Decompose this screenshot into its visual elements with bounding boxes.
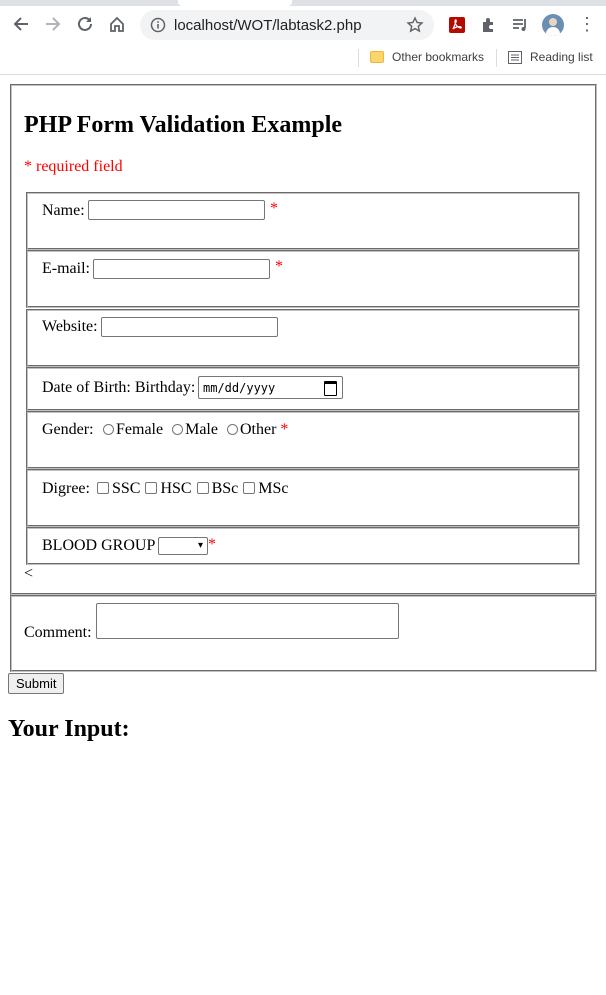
reading-list[interactable]: Reading list — [508, 50, 593, 64]
url-text[interactable]: localhost/WOT/labtask2.php — [174, 17, 362, 34]
blood-group-select[interactable]: ▾ — [158, 537, 208, 555]
pdf-extension-icon[interactable] — [448, 16, 466, 39]
forward-icon[interactable] — [40, 11, 66, 37]
gender-other-label: Other — [239, 421, 277, 438]
bookmark-star-icon[interactable] — [406, 16, 424, 39]
browser-menu-icon[interactable]: ⋮ — [578, 14, 596, 35]
other-bookmarks-label: Other bookmarks — [392, 50, 485, 64]
other-bookmarks[interactable]: Other bookmarks — [370, 50, 484, 64]
comment-textarea[interactable] — [96, 603, 399, 639]
gender-female-label: Female — [116, 421, 164, 438]
name-label: Name: — [42, 202, 85, 219]
form-title: PHP Form Validation Example — [24, 112, 343, 138]
blood-group-label: BLOOD GROUP — [42, 537, 156, 554]
degree-bsc-label: BSc — [211, 480, 239, 497]
stray-character: < — [24, 565, 34, 582]
extensions-puzzle-icon[interactable] — [480, 16, 498, 39]
required-mark: * — [280, 421, 289, 438]
reading-list-label: Reading list — [530, 50, 593, 64]
email-row: E-mail: * — [26, 250, 580, 308]
email-input[interactable] — [93, 259, 270, 279]
required-mark: * — [270, 200, 278, 217]
gender-male-label: Male — [185, 421, 218, 438]
dob-label: Date of Birth: Birthday: — [42, 379, 196, 396]
degree-bsc-checkbox[interactable] — [196, 482, 209, 494]
required-note: * required field — [24, 158, 123, 175]
gender-male-radio[interactable] — [172, 424, 184, 435]
email-label: E-mail: — [42, 260, 90, 277]
date-placeholder: mm/dd/yyyy — [203, 381, 276, 395]
degree-hsc-checkbox[interactable] — [145, 482, 158, 494]
name-row: Name: * — [26, 192, 580, 250]
gender-female-radio[interactable] — [103, 424, 114, 435]
address-bar[interactable]: localhost/WOT/labtask2.php — [140, 10, 434, 40]
gender-other-radio[interactable] — [226, 424, 238, 435]
home-icon[interactable] — [104, 11, 130, 37]
degree-hsc-label: HSC — [160, 480, 192, 497]
degree-msc-checkbox[interactable] — [243, 482, 256, 494]
website-label: Website: — [42, 318, 98, 335]
comment-label: Comment: — [24, 624, 92, 641]
gender-label: Gender: — [42, 421, 94, 438]
blood-group-row: BLOOD GROUP ▾ * — [26, 527, 580, 565]
name-input[interactable] — [88, 200, 265, 220]
required-mark: * — [275, 258, 283, 275]
degree-ssc-label: SSC — [112, 480, 141, 497]
calendar-icon[interactable] — [324, 381, 337, 396]
submit-button[interactable]: Submit — [8, 673, 65, 694]
birthday-date-input[interactable]: mm/dd/yyyy — [198, 376, 343, 399]
degree-ssc-checkbox[interactable] — [97, 482, 109, 494]
degree-msc-label: MSc — [258, 480, 289, 497]
website-row: Website: — [26, 309, 580, 367]
required-mark: * — [208, 536, 216, 553]
degree-label: Digree: — [42, 480, 90, 497]
bookmarks-separator — [358, 49, 359, 67]
reading-list-icon — [508, 50, 522, 64]
site-info-icon[interactable] — [150, 17, 166, 38]
back-icon[interactable] — [8, 11, 34, 37]
gender-options: Female Male Other * — [102, 421, 288, 439]
your-input-heading: Your Input: — [8, 716, 130, 742]
gender-row: Gender: Female Male Other * — [26, 411, 580, 469]
bookmarks-bar: Other bookmarks Reading list — [0, 44, 606, 75]
reload-icon[interactable] — [72, 11, 98, 37]
chevron-down-icon: ▾ — [197, 540, 203, 551]
media-control-icon[interactable] — [511, 16, 529, 39]
profile-avatar[interactable] — [542, 14, 564, 36]
degree-options: SSC HSC BSc MSc — [96, 480, 289, 498]
folder-icon — [370, 51, 384, 63]
degree-row: Digree: SSC HSC BSc MSc — [26, 469, 580, 527]
browser-toolbar: localhost/WOT/labtask2.php ⋮ — [0, 6, 606, 44]
website-input[interactable] — [101, 317, 278, 337]
dob-row: Date of Birth: Birthday: mm/dd/yyyy — [26, 367, 580, 411]
bookmarks-separator — [496, 49, 497, 67]
